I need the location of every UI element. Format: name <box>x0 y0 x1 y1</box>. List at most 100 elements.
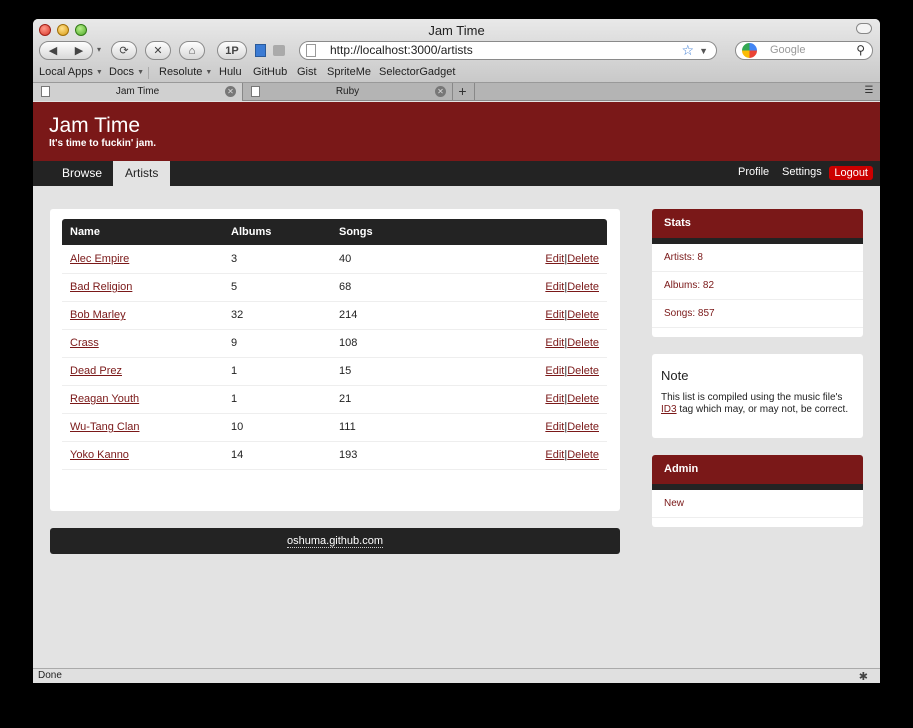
url-dropdown-icon[interactable]: ▼ <box>699 43 708 60</box>
browser-window: Jam Time ◀ ▶ ▾ ⟳ ✕ ⌂ 1P http://localhost… <box>33 19 880 683</box>
actions-cell: Edit|Delete <box>451 385 607 414</box>
logout-button[interactable]: Logout <box>829 166 873 180</box>
artists-panel: Name Albums Songs Alec Empire 3 40 Edit|Del… <box>50 209 620 511</box>
toolbar-toggle-button[interactable] <box>856 23 872 34</box>
bookmark-gist[interactable]: Gist <box>297 66 317 78</box>
artist-link[interactable]: Bob Marley <box>70 309 126 321</box>
forward-button[interactable]: ▶ <box>66 44 92 57</box>
delete-link[interactable]: Delete <box>567 337 599 349</box>
delete-link[interactable]: Delete <box>567 449 599 461</box>
artist-link[interactable]: Bad Religion <box>70 281 132 293</box>
actions-cell: Edit|Delete <box>451 273 607 302</box>
bookmark-separator <box>148 67 149 79</box>
bookmark-spriteme[interactable]: SpriteMe <box>327 66 371 78</box>
artist-name-cell: Bad Religion <box>62 273 223 302</box>
albums-cell: 32 <box>223 301 331 330</box>
edit-link[interactable]: Edit <box>545 421 564 433</box>
bookmark-local-apps[interactable]: Local Apps ▼ <box>39 66 103 78</box>
artist-link[interactable]: Yoko Kanno <box>70 449 129 461</box>
artist-name-cell: Reagan Youth <box>62 385 223 414</box>
stop-button[interactable]: ✕ <box>145 41 171 60</box>
tab-artists[interactable]: Artists <box>113 161 171 186</box>
home-button[interactable]: ⌂ <box>179 41 205 60</box>
note-text: This list is compiled using the music fi… <box>661 392 849 415</box>
edit-link[interactable]: Edit <box>545 281 564 293</box>
bookmark-hulu[interactable]: Hulu <box>219 66 242 78</box>
actions-cell: Edit|Delete <box>451 441 607 470</box>
window-title: Jam Time <box>428 23 485 38</box>
url-bar[interactable]: http://localhost:3000/artists ☆ ▼ <box>299 41 717 60</box>
bookmark-selectorgadget[interactable]: SelectorGadget <box>379 66 455 78</box>
bookmark-docs[interactable]: Docs ▼ <box>109 66 144 78</box>
artist-link[interactable]: Wu-Tang Clan <box>70 421 140 433</box>
tab-browse[interactable]: Browse <box>50 161 115 186</box>
artist-link[interactable]: Reagan Youth <box>70 393 139 405</box>
close-tab-icon[interactable]: ✕ <box>435 86 446 97</box>
profile-link[interactable]: Profile <box>738 166 769 178</box>
bookmark-star-icon[interactable]: ☆ <box>681 42 694 59</box>
albums-cell: 1 <box>223 357 331 386</box>
admin-title: Admin <box>652 455 863 490</box>
stat-albums: Albums: 82 <box>652 272 863 300</box>
edit-link[interactable]: Edit <box>545 449 564 461</box>
search-bar[interactable]: Google ⚲ <box>735 41 873 60</box>
google-icon[interactable] <box>742 43 757 58</box>
settings-link[interactable]: Settings <box>782 166 822 178</box>
site-tagline: It's time to fuckin' jam. <box>49 138 156 149</box>
back-forward-buttons: ◀ ▶ <box>39 41 93 60</box>
edit-link[interactable]: Edit <box>545 365 564 377</box>
edit-link[interactable]: Edit <box>545 309 564 321</box>
search-placeholder: Google <box>770 44 806 56</box>
addon-bug-icon[interactable]: ✱ <box>859 670 868 683</box>
delete-link[interactable]: Delete <box>567 309 599 321</box>
delete-link[interactable]: Delete <box>567 253 599 265</box>
back-button[interactable]: ◀ <box>40 44 66 57</box>
bookmark-resolute[interactable]: Resolute ▼ <box>159 66 212 78</box>
extension-icon[interactable] <box>255 44 266 57</box>
artist-name-cell: Crass <box>62 329 223 358</box>
extension-lock-icon[interactable] <box>273 45 285 56</box>
tab-jam-time[interactable]: Jam Time ✕ <box>33 83 243 101</box>
footer-link[interactable]: oshuma.github.com <box>287 535 383 548</box>
albums-cell: 1 <box>223 385 331 414</box>
table-row: Crass 9 108 Edit|Delete <box>62 329 607 358</box>
new-tab-button[interactable]: + <box>451 83 475 101</box>
tab-label: Jam Time <box>115 86 160 97</box>
site-header: Jam Time It's time to fuckin' jam. <box>33 102 880 161</box>
bookmark-github[interactable]: GitHub <box>253 66 287 78</box>
delete-link[interactable]: Delete <box>567 393 599 405</box>
artist-link[interactable]: Crass <box>70 337 99 349</box>
songs-cell: 68 <box>331 273 451 302</box>
page-icon <box>306 44 316 57</box>
stat-artists: Artists: 8 <box>652 244 863 272</box>
onepassword-button[interactable]: 1P <box>217 41 247 60</box>
status-text: Done <box>38 670 62 681</box>
delete-link[interactable]: Delete <box>567 281 599 293</box>
delete-link[interactable]: Delete <box>567 421 599 433</box>
tab-list-icon[interactable]: ☰ <box>862 85 876 98</box>
site-title[interactable]: Jam Time <box>49 114 140 138</box>
artist-link[interactable]: Dead Prez <box>70 365 122 377</box>
artist-name-cell: Yoko Kanno <box>62 441 223 470</box>
id3-link[interactable]: ID3 <box>661 404 677 415</box>
delete-link[interactable]: Delete <box>567 365 599 377</box>
tab-ruby[interactable]: Ruby ✕ <box>243 83 453 101</box>
tab-label: Ruby <box>335 86 360 97</box>
songs-cell: 111 <box>331 413 451 442</box>
edit-link[interactable]: Edit <box>545 393 564 405</box>
navigation-toolbar: ◀ ▶ ▾ ⟳ ✕ ⌂ 1P http://localhost:3000/art… <box>33 39 880 63</box>
close-tab-icon[interactable]: ✕ <box>225 86 236 97</box>
artist-name-cell: Bob Marley <box>62 301 223 330</box>
stats-panel: Stats Artists: 8 Albums: 82 Songs: 857 <box>652 209 863 337</box>
title-bar: Jam Time ◀ ▶ ▾ ⟳ ✕ ⌂ 1P http://localhost… <box>33 19 880 83</box>
column-header-actions <box>451 219 607 245</box>
albums-cell: 5 <box>223 273 331 302</box>
history-dropdown-icon[interactable]: ▾ <box>97 45 101 54</box>
edit-link[interactable]: Edit <box>545 337 564 349</box>
stat-songs: Songs: 857 <box>652 300 863 328</box>
reload-button[interactable]: ⟳ <box>111 41 137 60</box>
admin-new-link[interactable]: New <box>652 490 863 518</box>
artist-link[interactable]: Alec Empire <box>70 253 129 265</box>
edit-link[interactable]: Edit <box>545 253 564 265</box>
search-icon[interactable]: ⚲ <box>856 42 865 59</box>
